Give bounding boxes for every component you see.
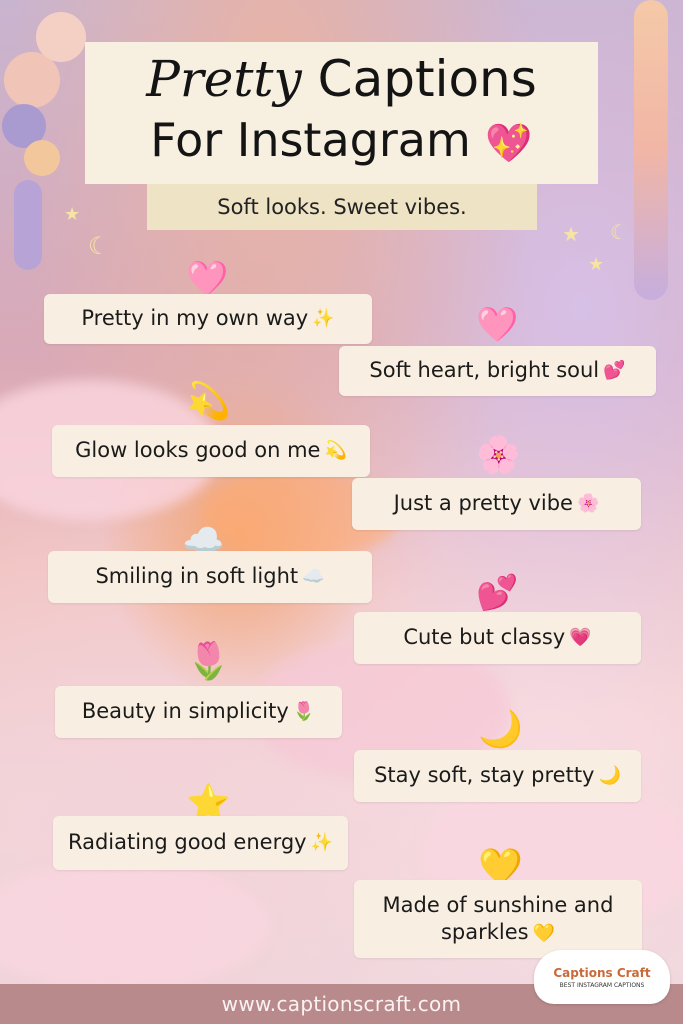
sparkles-icon: ✨: [312, 308, 335, 330]
page-subtitle: Soft looks. Sweet vibes.: [147, 184, 537, 230]
logo-name: Captions Craft: [553, 965, 651, 980]
caption-card: Just a pretty vibe 🌸: [352, 478, 641, 530]
wisteria-decoration: [634, 0, 668, 300]
captions-craft-logo[interactable]: Captions Craft BEST INSTAGRAM CAPTIONS: [534, 950, 670, 1004]
tulip-icon: 🌷: [186, 641, 231, 682]
caption-text: Radiating good energy: [67, 830, 307, 855]
caption-card: Smiling in soft light ☁️: [48, 551, 372, 603]
cherry-blossom-icon: 🌸: [576, 493, 600, 515]
cherry-blossom-icon: 🌸: [476, 435, 521, 476]
caption-text: Made of sunshine and sparkles: [382, 892, 614, 944]
yellow-heart-icon: 💛: [532, 923, 556, 944]
star-icon: ★: [562, 222, 580, 246]
caption-text: Smiling in soft light: [95, 564, 299, 589]
caption-card: Stay soft, stay pretty 🌙: [354, 750, 641, 802]
caption-card: Cute but classy 💗: [354, 612, 641, 664]
wisteria-decoration: [14, 180, 42, 270]
shooting-star-icon: 💫: [186, 381, 231, 422]
crescent-moon-icon: 🌙: [598, 765, 621, 787]
caption-card: Pretty in my own way ✨: [44, 294, 372, 344]
caption-text: Just a pretty vibe: [393, 491, 573, 516]
caption-card: Soft heart, bright soul 💕: [339, 346, 656, 396]
caption-text: Cute but classy: [403, 625, 566, 650]
crescent-moon-icon: 🌙: [478, 709, 523, 750]
sparkling-heart-icon: 💖: [485, 121, 533, 165]
sparkles-icon: ✨: [310, 832, 334, 854]
page-title-line1: Pretty Captions: [146, 50, 537, 108]
cloud-icon: ☁️: [302, 566, 325, 588]
caption-text: Beauty in simplicity: [81, 699, 289, 724]
dizzy-icon: 💫: [324, 440, 347, 462]
heart-icon: 🩷: [476, 305, 519, 345]
logo-tagline: BEST INSTAGRAM CAPTIONS: [559, 981, 645, 989]
caption-text: Soft heart, bright soul: [369, 358, 600, 383]
caption-card: Radiating good energy ✨: [53, 816, 348, 870]
two-hearts-icon: 💕: [476, 573, 519, 613]
tulip-icon: 🌷: [292, 701, 316, 723]
caption-text: Stay soft, stay pretty: [374, 763, 595, 788]
star-icon: ★: [64, 204, 81, 225]
moon-icon: ☾: [88, 232, 110, 260]
moon-icon: ☾: [610, 220, 628, 244]
heart-icon: 💗: [569, 627, 592, 649]
cloud-decoration: [0, 860, 270, 990]
page-title-line2: For Instagram 💖: [150, 113, 533, 167]
two-hearts-icon: 💕: [603, 360, 626, 382]
heart-icon: 🩷: [186, 259, 229, 299]
rose-decoration: [36, 12, 86, 62]
rose-decoration: [24, 140, 60, 176]
caption-text: Pretty in my own way: [81, 306, 309, 331]
star-icon: ★: [588, 254, 605, 275]
caption-card: Glow looks good on me 💫: [52, 425, 370, 477]
caption-text: Glow looks good on me: [75, 438, 321, 463]
caption-card: Made of sunshine and sparkles 💛: [354, 880, 642, 958]
caption-card: Beauty in simplicity 🌷: [55, 686, 342, 738]
caption-poster: Pretty Captions For Instagram 💖 Soft loo…: [0, 0, 683, 1024]
